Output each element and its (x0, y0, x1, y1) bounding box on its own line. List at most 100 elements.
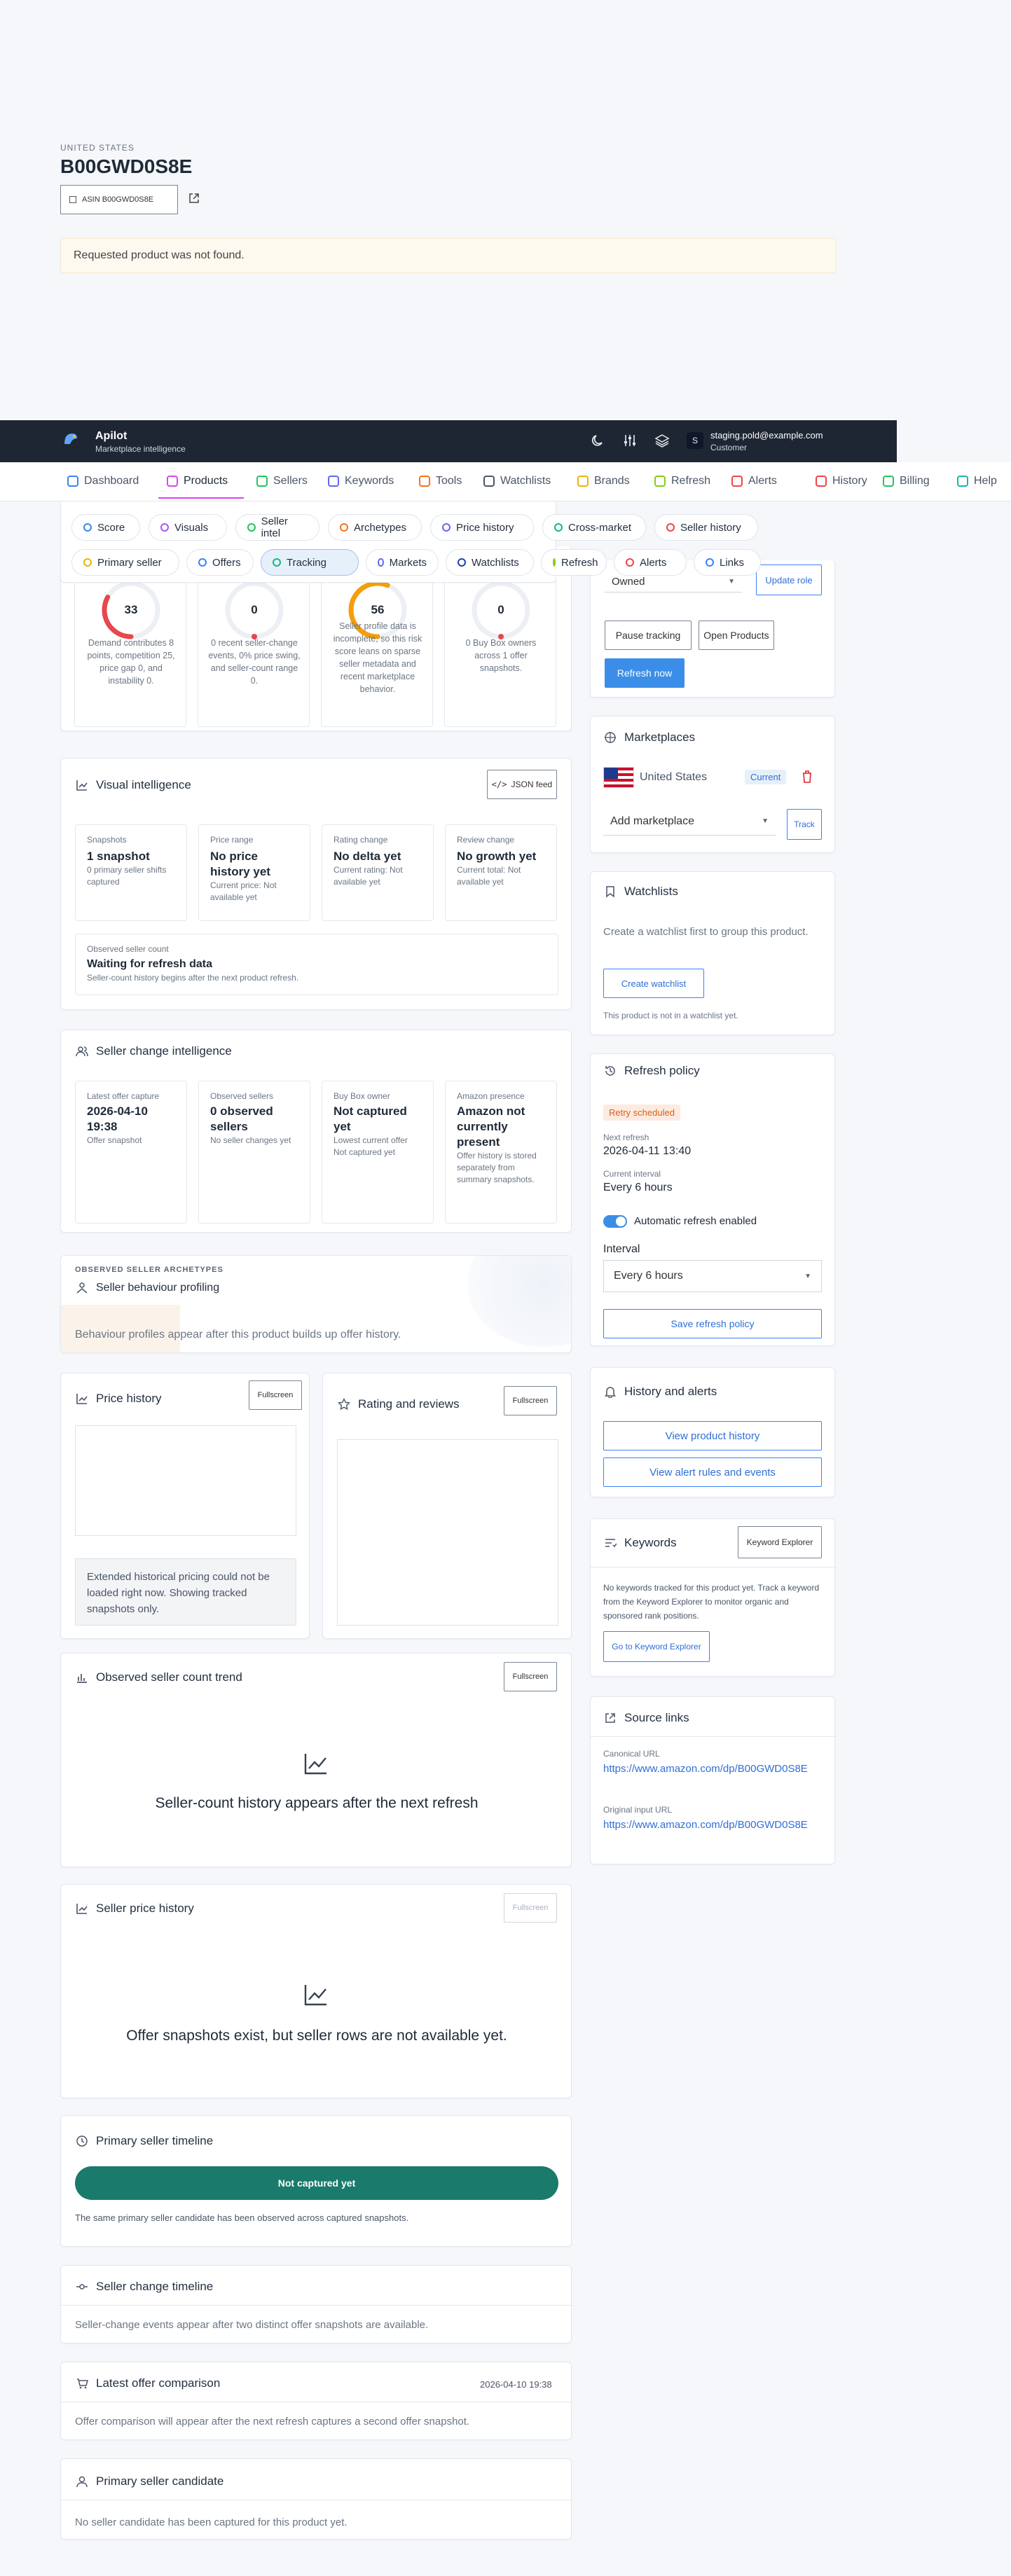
tab-dot-icon (458, 558, 466, 567)
moon-icon[interactable] (590, 433, 605, 448)
rating-title: Rating and reviews (358, 1397, 460, 1411)
seller-change-tile-label: Observed sellers (210, 1091, 274, 1101)
keyword-explorer-button[interactable]: Keyword Explorer (738, 1526, 822, 1558)
nav-brands-icon (577, 476, 589, 487)
nav-item-tools[interactable]: Tools (419, 471, 462, 492)
tab-seller-history[interactable]: Seller history (654, 514, 758, 541)
marketplaces-title: Marketplaces (624, 730, 696, 744)
refresh-now-button[interactable]: Refresh now (605, 658, 685, 688)
track-button[interactable]: Track (787, 809, 822, 840)
json-feed-button[interactable]: </> JSON feed (487, 770, 557, 799)
tab-label: Price history (456, 521, 514, 534)
tab-offers[interactable]: Offers (186, 549, 254, 576)
trash-icon[interactable] (801, 770, 813, 784)
tab-links[interactable]: Links (694, 549, 761, 576)
tab-dot-icon (554, 523, 563, 532)
nav-item-history[interactable]: History (816, 471, 867, 492)
tab-price-history[interactable]: Price history (430, 514, 534, 541)
watchlists-note: This product is not in a watchlist yet. (603, 1011, 738, 1020)
tab-dot-icon (442, 523, 451, 532)
role-select-value: Owned (612, 576, 645, 588)
canonical-label: Canonical URL (603, 1749, 660, 1759)
add-marketplace-select[interactable]: Add marketplace ▼ (603, 808, 776, 836)
us-flag-icon (603, 767, 634, 788)
interval-select[interactable]: Every 6 hours ▼ (603, 1260, 822, 1292)
seller-price-fullscreen[interactable]: Fullscreen (504, 1893, 557, 1923)
tab-cross-market[interactable]: Cross-market (542, 514, 646, 541)
marketplaces-card: Marketplaces United States Current Add m… (590, 716, 835, 853)
chevron-down-icon: ▼ (728, 578, 735, 586)
price-history-fullscreen[interactable]: Fullscreen (249, 1380, 302, 1410)
candidate-title: Primary seller candidate (96, 2474, 224, 2488)
nav-item-sellers[interactable]: Sellers (256, 471, 308, 492)
tab-primary-seller[interactable]: Primary seller (71, 549, 179, 576)
history-icon (603, 1064, 617, 1078)
sliders-icon[interactable] (622, 433, 638, 448)
view-alerts-button[interactable]: View alert rules and events (603, 1457, 822, 1487)
auto-refresh-label: Automatic refresh enabled (634, 1215, 757, 1227)
create-watchlist-button[interactable]: Create watchlist (603, 969, 704, 998)
nav-item-products[interactable]: Products (167, 471, 228, 492)
save-refresh-button[interactable]: Save refresh policy (603, 1309, 822, 1338)
candidate-card: Primary seller candidate No seller candi… (60, 2458, 572, 2540)
pause-tracking-button[interactable]: Pause tracking (605, 621, 692, 650)
tab-archetypes[interactable]: Archetypes (328, 514, 422, 541)
tab-dot-icon (378, 558, 384, 567)
tab-score[interactable]: Score (71, 514, 140, 541)
tab-label: Score (97, 521, 125, 534)
observed-seller-label: Observed seller count (87, 944, 169, 954)
nav-tools-icon (419, 476, 430, 487)
nav-item-help[interactable]: Help (957, 471, 997, 492)
original-url[interactable]: https://www.amazon.com/dp/B00GWD0S8E (603, 1817, 827, 1833)
layers-icon[interactable] (654, 433, 670, 448)
tab-dot-icon (706, 558, 714, 567)
external-link-icon[interactable] (188, 192, 200, 205)
view-history-button[interactable]: View product history (603, 1421, 822, 1450)
app-name: Apilot (95, 430, 128, 442)
nav-item-alerts[interactable]: Alerts (731, 471, 777, 492)
nav-item-keywords[interactable]: Keywords (328, 471, 394, 492)
nav-item-dashboard[interactable]: Dashboard (67, 471, 139, 492)
seller-count-fullscreen[interactable]: Fullscreen (504, 1662, 557, 1691)
go-keyword-explorer-button[interactable]: Go to Keyword Explorer (603, 1631, 710, 1662)
tab-seller-intel[interactable]: Seller intel (235, 514, 319, 541)
refresh-now-label: Refresh now (617, 667, 673, 679)
not-found-alert: Requested product was not found. (60, 238, 837, 273)
nav-billing-icon (883, 476, 894, 487)
tab-visuals[interactable]: Visuals (149, 514, 227, 541)
tab-refresh[interactable]: Refresh (541, 549, 607, 576)
tab-markets[interactable]: Markets (366, 549, 439, 576)
tab-tracking[interactable]: Tracking (261, 549, 359, 576)
source-divider (591, 1736, 836, 1737)
canonical-url[interactable]: https://www.amazon.com/dp/B00GWD0S8E (603, 1761, 827, 1777)
nav-item-brands[interactable]: Brands (577, 471, 630, 492)
seller-count-empty: Seller-count history appears after the n… (155, 1795, 479, 1811)
asin-chip[interactable]: ASIN B00GWD0S8E (60, 185, 178, 214)
keywords-title: Keywords (624, 1536, 677, 1549)
tab-dot-icon (83, 558, 92, 567)
auto-refresh-toggle[interactable] (603, 1215, 627, 1228)
tab-label: Watchlists (472, 556, 519, 569)
rating-fullscreen[interactable]: Fullscreen (504, 1386, 557, 1415)
visual-tile-value: No price history yet (210, 850, 270, 878)
visual-tile: Rating change No delta yet Current rating:… (322, 824, 434, 921)
tab-alerts[interactable]: Alerts (614, 549, 687, 576)
code-icon: </> (491, 780, 507, 789)
open-products-button[interactable]: Open Products (699, 621, 774, 650)
nav-item-refresh[interactable]: Refresh (654, 471, 710, 492)
tab-watchlists[interactable]: Watchlists (446, 549, 534, 576)
score-gauge-text: Demand contributes 8 points, competition… (87, 638, 175, 686)
tab-dot-icon (666, 523, 675, 532)
update-role-button[interactable]: Update role (756, 565, 822, 595)
chart-icon (75, 778, 89, 792)
change-timeline-title: Seller change timeline (96, 2280, 214, 2293)
app-logo-icon[interactable] (62, 430, 80, 448)
nav-products-icon (167, 476, 178, 487)
user-avatar[interactable]: S (687, 432, 703, 449)
nav-item-watchlists[interactable]: Watchlists (483, 471, 551, 492)
seller-change-tile-label: Buy Box owner (333, 1091, 390, 1101)
latest-offer-card: Latest offer comparison 2026-04-10 19:38… (60, 2362, 572, 2440)
visual-tile: Price range No price history yet Current p… (198, 824, 310, 921)
original-label: Original input URL (603, 1805, 673, 1815)
nav-item-billing[interactable]: Billing (883, 471, 930, 492)
